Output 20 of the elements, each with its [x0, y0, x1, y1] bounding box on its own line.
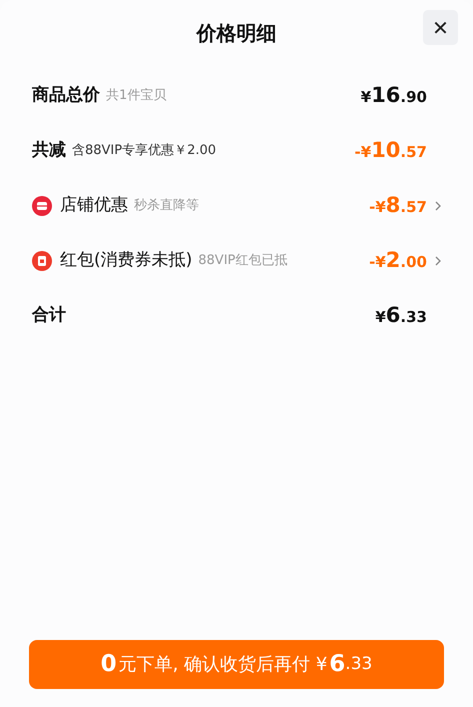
- row-label: 商品总价: [32, 84, 100, 107]
- row-label: 合计: [32, 304, 66, 327]
- close-button[interactable]: ✕: [423, 10, 458, 45]
- envelope-icon: [32, 250, 52, 270]
- chevron-right-icon[interactable]: [435, 256, 441, 266]
- row-label: 共减: [32, 138, 66, 162]
- amount: ¥6.33: [375, 302, 427, 329]
- chevron-right-icon[interactable]: [435, 200, 441, 210]
- amount: ¥16.90: [360, 82, 427, 109]
- row-note: 含88VIP专享优惠￥2.00: [72, 142, 216, 160]
- row-note: 88VIP红包已抵: [198, 252, 288, 270]
- sheet-title: 价格明细: [196, 20, 276, 47]
- amount: -¥10.57: [354, 136, 427, 164]
- shop-icon: [32, 196, 52, 216]
- row-label: 店铺优惠: [60, 194, 128, 217]
- amount: -¥8.57: [369, 192, 427, 219]
- row-note: 秒杀直降等: [134, 196, 199, 215]
- amount: -¥2.00: [369, 246, 427, 274]
- row-label: 红包(消费券未抵): [60, 248, 192, 272]
- row-note: 共1件宝贝: [106, 86, 166, 105]
